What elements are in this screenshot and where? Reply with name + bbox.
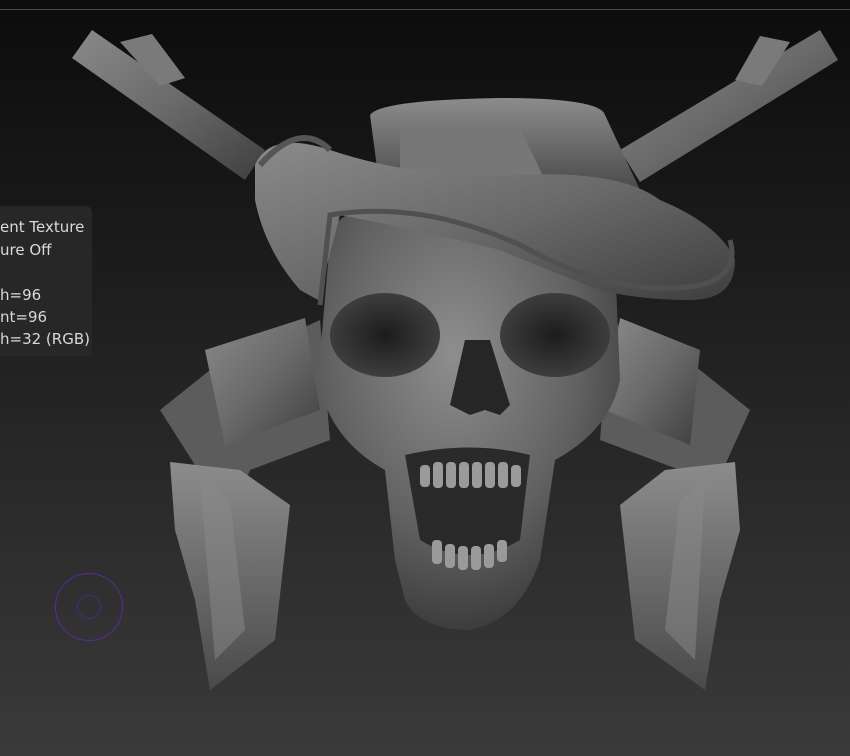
viewport-canvas[interactable] <box>0 0 850 756</box>
skull-model <box>72 30 838 690</box>
tooltip-line-6: h=32 (RGB) <box>0 330 90 348</box>
tooltip-line-4: h=96 <box>0 286 42 304</box>
brush-cursor-icon[interactable] <box>55 573 123 641</box>
rifle-right <box>620 30 838 182</box>
tooltip-line-1: ent Texture <box>0 218 85 236</box>
tooltip-line-2: ure Off <box>0 241 52 259</box>
revolver-left <box>160 318 330 690</box>
right-eye-socket <box>500 293 610 377</box>
tooltip-line-5: nt=96 <box>0 308 48 326</box>
brush-cursor-inner-ring <box>77 595 101 619</box>
left-eye-socket <box>330 293 440 377</box>
texture-info-tooltip: ent Texture ure Off h=96 nt=96 h=32 (RGB… <box>0 206 92 356</box>
rifle-left <box>72 30 265 180</box>
revolver-right <box>600 318 750 690</box>
